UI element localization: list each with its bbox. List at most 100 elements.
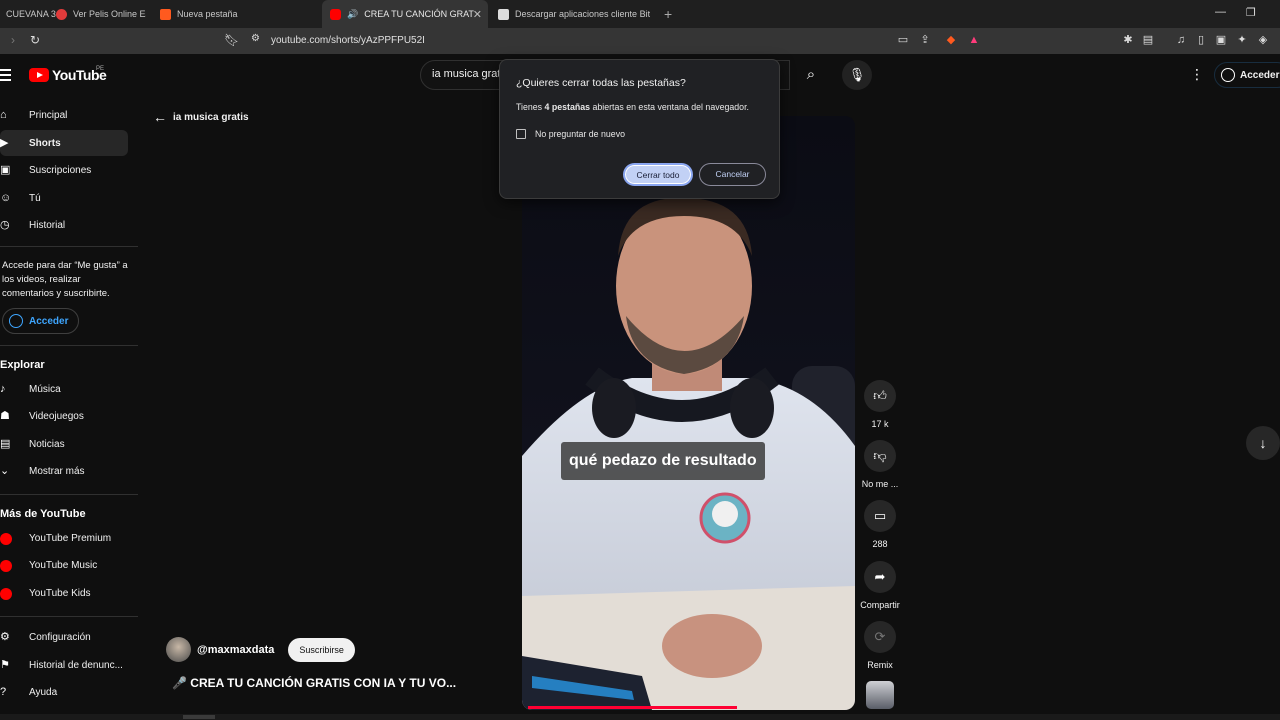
scrollbar-thumb[interactable] bbox=[183, 715, 215, 719]
dont-ask-again-option[interactable]: No preguntar de nuevo bbox=[516, 129, 625, 139]
shorts-icon: ▶ bbox=[0, 137, 9, 149]
microphone-icon[interactable]: 🎙︎ bbox=[842, 60, 872, 90]
user-circle-icon bbox=[9, 314, 23, 328]
comments-button[interactable]: ▭ 288 bbox=[858, 500, 902, 549]
tab-label: CUEVANA 3 bbox=[6, 9, 56, 19]
vpn-icon[interactable]: ◈ bbox=[1257, 34, 1269, 46]
leo-ai-icon[interactable]: ✦ bbox=[1236, 34, 1248, 46]
site-info-icon[interactable]: ⚙ bbox=[251, 33, 260, 44]
sidebar-item-historial[interactable]: ◷ Historial bbox=[0, 212, 128, 238]
flag-icon: ⚑ bbox=[0, 659, 10, 671]
checkbox-label: No preguntar de nuevo bbox=[535, 129, 625, 139]
brave-rewards-icon[interactable]: ▲ bbox=[968, 34, 980, 46]
sidebar-toggle-icon[interactable]: ▯ bbox=[1195, 34, 1207, 46]
sidebar-item-label: YouTube Kids bbox=[29, 587, 91, 599]
sidebar-item-configuracion[interactable]: ⚙ Configuración bbox=[0, 624, 128, 650]
tab-descargar-bittorrent[interactable]: Descargar aplicaciones cliente BitTorr bbox=[498, 0, 650, 28]
maximize-icon[interactable]: ❐ bbox=[1246, 6, 1256, 19]
youtube-kids-icon bbox=[0, 588, 12, 600]
signin-button[interactable]: Acceder bbox=[1214, 62, 1280, 88]
video-caption: qué pedazo de resultado bbox=[561, 442, 765, 480]
remix-label: Remix bbox=[867, 660, 893, 670]
sidebar-divider bbox=[0, 494, 138, 495]
cancel-button[interactable]: Cancelar bbox=[699, 163, 766, 186]
share-button[interactable]: ➦ Compartir bbox=[858, 561, 902, 610]
sidebar-item-youtube-music[interactable]: YouTube Music bbox=[0, 552, 128, 578]
sidebar-item-shorts[interactable]: ▶ Shorts bbox=[0, 130, 128, 156]
sidebar-item-noticias[interactable]: ▤ Noticias bbox=[0, 431, 128, 457]
menu-icon[interactable] bbox=[0, 69, 11, 84]
sidebar-item-label: Mostrar más bbox=[29, 465, 85, 477]
sidebar-item-suscripciones[interactable]: ▣ Suscripciones bbox=[0, 157, 128, 183]
arrow-left-icon: ← bbox=[153, 109, 167, 125]
sidebar-item-youtube-kids[interactable]: YouTube Kids bbox=[0, 580, 128, 606]
channel-handle[interactable]: @maxmaxdata bbox=[197, 644, 274, 656]
news-icon: ▤ bbox=[0, 438, 11, 450]
youtube-logo[interactable]: YouTube bbox=[29, 67, 107, 83]
sidebar-divider bbox=[0, 616, 138, 617]
remix-button[interactable]: ⟳ Remix bbox=[858, 621, 902, 670]
shorts-video-player[interactable] bbox=[522, 116, 855, 710]
sidebar-item-mostrar-mas[interactable]: ⌄ Mostrar más bbox=[0, 458, 128, 484]
more-options-icon[interactable]: ⋮ bbox=[1190, 66, 1204, 83]
sidebar-item-label: Ayuda bbox=[29, 686, 58, 698]
sidebar-item-musica[interactable]: ♪ Música bbox=[0, 376, 128, 402]
tab-nueva-pestana[interactable]: Nueva pestaña bbox=[160, 0, 310, 28]
short-title[interactable]: 🎤 CREA TU CANCIÓN GRATIS CON IA Y TU VO.… bbox=[172, 676, 456, 690]
search-icon[interactable]: ⌕ bbox=[796, 62, 826, 88]
brave-lion-icon bbox=[160, 8, 171, 20]
avatar[interactable] bbox=[166, 637, 191, 662]
brave-shields-icon[interactable]: ◆ bbox=[945, 34, 957, 46]
speaker-icon[interactable]: 🔊 bbox=[347, 9, 358, 20]
extensions-icon[interactable]: ✱ bbox=[1122, 34, 1134, 46]
explore-title: Explorar bbox=[0, 359, 45, 371]
dialog-body: Tienes 4 pestañas abiertas en esta venta… bbox=[516, 102, 749, 112]
gear-icon: ⚙ bbox=[0, 631, 10, 643]
sidebar-item-principal[interactable]: ⌂ Principal bbox=[0, 102, 128, 128]
sidebar-item-tu[interactable]: ☺ Tú bbox=[0, 185, 128, 211]
bookmark-icon[interactable]: 🔖︎ bbox=[224, 33, 239, 47]
search-query[interactable]: ia musica grat bbox=[432, 68, 500, 80]
sound-source-thumbnail[interactable] bbox=[866, 681, 894, 709]
media-icon[interactable]: ♫ bbox=[1175, 34, 1187, 46]
subscribe-button[interactable]: Suscribirse bbox=[288, 637, 355, 662]
sidebar-item-label: Historial bbox=[29, 219, 66, 231]
dialog-tab-count: 4 pestañas bbox=[544, 102, 591, 112]
history-icon: ◷ bbox=[0, 219, 10, 231]
forward-icon[interactable]: › bbox=[11, 33, 15, 47]
close-tab-icon[interactable]: ✕ bbox=[473, 8, 482, 21]
tab-crea-tu-cancion[interactable]: 🔊 CREA TU CANCIÓN GRAT ✕ bbox=[322, 0, 488, 28]
video-progress-bar[interactable] bbox=[528, 706, 737, 709]
wallet-icon[interactable]: ▣ bbox=[1215, 34, 1227, 46]
tab-ver-pelis[interactable]: Ver Pelis Online Estr bbox=[56, 0, 146, 28]
thumbs-up-icon: 👍︎ bbox=[864, 380, 896, 412]
new-tab-button[interactable]: + bbox=[664, 6, 672, 22]
close-all-button[interactable]: Cerrar todo bbox=[623, 163, 693, 186]
minimize-icon[interactable]: — bbox=[1215, 6, 1226, 18]
music-icon: ♪ bbox=[0, 383, 6, 395]
chevron-down-icon: ⌄ bbox=[0, 465, 10, 477]
sidebar-item-historial-denuncias[interactable]: ⚑ Historial de denunc... bbox=[0, 652, 128, 678]
dislike-button[interactable]: 👎︎ No me ... bbox=[858, 440, 902, 489]
back-to-search-link[interactable]: ← ia musica gratis bbox=[153, 109, 249, 125]
reading-list-icon[interactable]: ▤ bbox=[1142, 34, 1154, 46]
next-short-button[interactable]: ↓ bbox=[1246, 426, 1280, 460]
tab-label: Nueva pestaña bbox=[177, 9, 238, 19]
subscriptions-icon: ▣ bbox=[0, 164, 11, 176]
cast-icon[interactable]: ▭ bbox=[897, 34, 909, 46]
reload-icon[interactable]: ↻ bbox=[30, 33, 40, 47]
sidebar-item-youtube-premium[interactable]: YouTube Premium bbox=[0, 525, 128, 551]
user-circle-icon bbox=[1221, 68, 1235, 82]
sidebar-signin-button[interactable]: Acceder bbox=[2, 308, 80, 334]
sidebar-item-ayuda[interactable]: ? Ayuda bbox=[0, 679, 128, 705]
share-icon[interactable]: ⇪ bbox=[919, 34, 931, 46]
sidebar-divider bbox=[0, 246, 138, 247]
like-button[interactable]: 👍︎ 17 k bbox=[858, 380, 902, 429]
dont-ask-again-checkbox[interactable] bbox=[516, 129, 526, 139]
address-bar[interactable]: youtube.com/shorts/yAzPPFPU52I bbox=[271, 35, 425, 46]
thumbs-down-icon: 👎︎ bbox=[864, 440, 896, 472]
sidebar-item-label: Videojuegos bbox=[29, 410, 84, 422]
dislike-label: No me ... bbox=[861, 479, 899, 489]
sidebar-item-videojuegos[interactable]: ☗ Videojuegos bbox=[0, 403, 128, 429]
like-count: 17 k bbox=[871, 419, 889, 429]
